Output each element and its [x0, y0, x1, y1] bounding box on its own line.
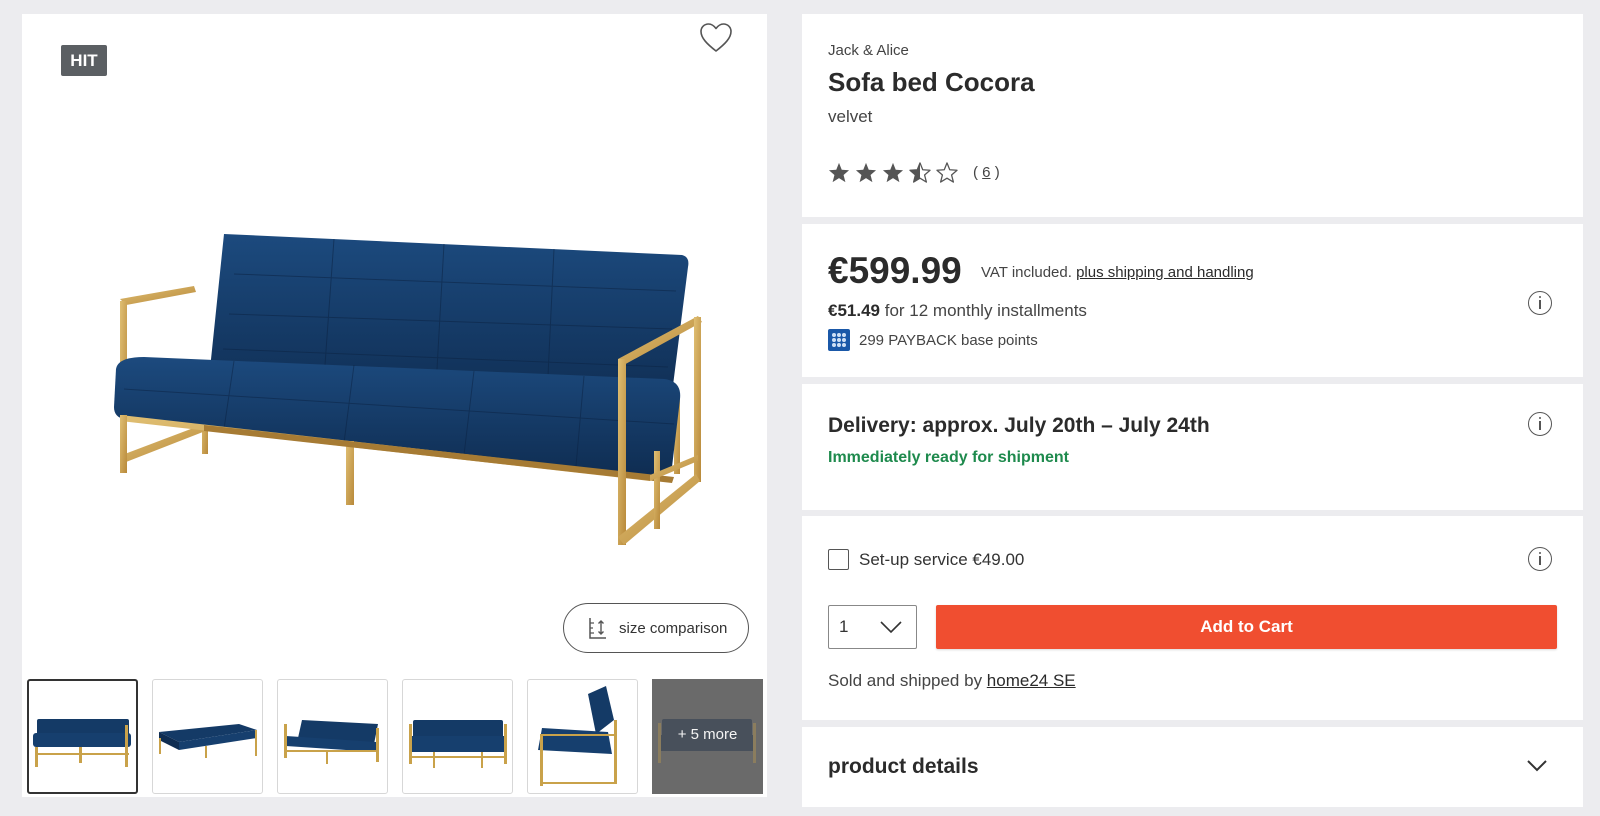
product-title-card: Jack & Alice Sofa bed Cocora velvet ( 6 …: [802, 14, 1583, 217]
rating-count-link[interactable]: ( 6 ): [973, 164, 1000, 181]
sold-by-text: Sold and shipped by: [828, 671, 983, 690]
rating-stars[interactable]: ( 6 ): [828, 162, 1000, 183]
installment-amount: €51.49: [828, 301, 880, 320]
main-product-image[interactable]: [84, 219, 724, 559]
setup-service-checkbox[interactable]: [828, 549, 849, 570]
vat-text: VAT included.: [981, 264, 1072, 281]
vat-info: VAT included. plus shipping and handling: [981, 264, 1254, 281]
setup-info-icon[interactable]: [1528, 547, 1552, 571]
size-comparison-label: size comparison: [619, 619, 728, 637]
size-comparison-icon: [589, 618, 606, 639]
rating-count-open: (: [973, 164, 978, 181]
seller-link[interactable]: home24 SE: [987, 671, 1076, 690]
rating-count-value: 6: [982, 164, 991, 181]
sofa-angle-thumbnail-icon: [284, 720, 379, 764]
size-comparison-button[interactable]: size comparison: [563, 603, 749, 653]
more-images-label: + 5 more: [677, 726, 738, 743]
product-details-title: product details: [828, 755, 979, 778]
wishlist-heart-icon[interactable]: [699, 22, 733, 54]
thumbnail-5[interactable]: [527, 679, 638, 794]
sofa-side-thumbnail-icon: [538, 686, 617, 786]
thumbnail-more[interactable]: + 5 more: [652, 679, 763, 794]
payback-icon: [828, 329, 850, 351]
thumbnail-4[interactable]: [402, 679, 513, 794]
product-price: €599.99: [828, 250, 962, 291]
star-empty-icon: [936, 162, 958, 183]
star-full-icon: [828, 162, 850, 183]
rating-count-close: ): [994, 164, 1000, 181]
installment-info: €51.49 for 12 monthly installments: [828, 301, 1087, 321]
payback-text: 299 PAYBACK base points: [859, 331, 1038, 349]
thumbnail-2[interactable]: [152, 679, 263, 794]
star-full-icon: [882, 162, 904, 183]
add-to-cart-button[interactable]: Add to Cart: [936, 605, 1557, 649]
availability-status: Immediately ready for shipment: [828, 449, 1069, 466]
setup-service-option[interactable]: Set-up service €49.00: [828, 549, 1024, 570]
quantity-select[interactable]: 1: [828, 605, 917, 649]
delivery-info-icon[interactable]: [1528, 412, 1552, 436]
delivery-estimate: Delivery: approx. July 20th – July 24th: [828, 414, 1210, 437]
price-info-icon[interactable]: [1528, 291, 1552, 315]
setup-service-label: Set-up service €49.00: [859, 549, 1025, 569]
product-details-accordion[interactable]: product details: [802, 727, 1583, 807]
sofa-front-thumbnail-icon: [409, 720, 507, 768]
delivery-card: Delivery: approx. July 20th – July 24th …: [802, 384, 1583, 510]
star-half-icon: [909, 162, 931, 183]
sofa-front-thumbnail-icon: [33, 719, 131, 767]
chevron-down-icon: [1527, 760, 1547, 772]
product-gallery: HIT size comparison + 5 more: [22, 14, 767, 797]
star-full-icon: [855, 162, 877, 183]
seller-info: Sold and shipped by home24 SE: [828, 671, 1076, 691]
hit-badge: HIT: [61, 45, 107, 76]
payback-points: 299 PAYBACK base points: [828, 329, 1038, 351]
thumbnail-1[interactable]: [27, 679, 138, 794]
sofa-flat-thumbnail-icon: [159, 724, 257, 758]
product-variant: velvet: [828, 107, 873, 126]
thumbnail-strip: + 5 more: [27, 679, 763, 794]
shipping-handling-link[interactable]: plus shipping and handling: [1076, 264, 1254, 281]
quantity-value: 1: [839, 617, 849, 636]
price-card: €599.99 VAT included. plus shipping and …: [802, 224, 1583, 377]
cart-card: Set-up service €49.00 1 Add to Cart Sold…: [802, 516, 1583, 720]
installment-text: for 12 monthly installments: [884, 301, 1087, 320]
chevron-down-icon: [880, 621, 902, 634]
thumbnail-3[interactable]: [277, 679, 388, 794]
product-name: Sofa bed Cocora: [828, 67, 1035, 97]
brand-name[interactable]: Jack & Alice: [828, 42, 909, 59]
